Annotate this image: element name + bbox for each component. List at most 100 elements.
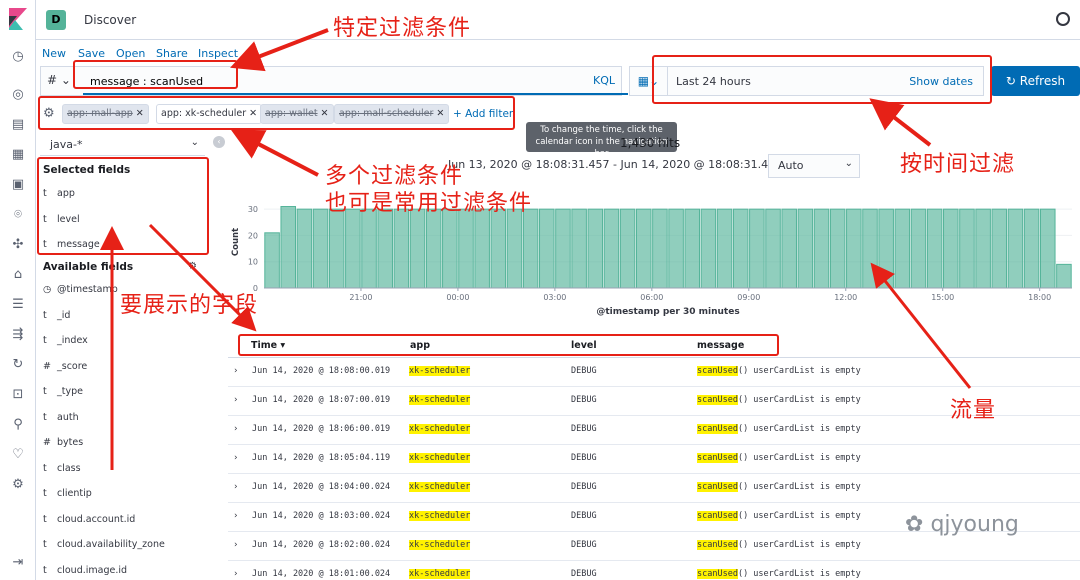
dashboard-icon[interactable]: ▦ — [8, 145, 28, 165]
histogram-bar — [943, 208, 959, 289]
logs-icon[interactable]: ☰ — [8, 295, 28, 315]
x-tick-label: 12:00 — [834, 293, 857, 302]
cell-level: DEBUG — [571, 424, 597, 434]
available-field-item[interactable]: t auth — [40, 410, 205, 430]
menu-save-link[interactable]: Save — [78, 47, 105, 60]
table-row[interactable]: › Jun 14, 2020 @ 18:08:00.019 xk-scheduler… — [228, 358, 1080, 387]
expand-row-chevron-icon[interactable]: › — [234, 540, 238, 550]
available-field-item[interactable]: t class — [40, 461, 205, 481]
visualize-icon[interactable]: ▤ — [8, 115, 28, 135]
field-type-icon: t — [43, 488, 47, 499]
ml-icon[interactable]: ✣ — [8, 235, 28, 255]
cell-message: scanUsed() userCardList is empty — [697, 453, 861, 463]
histogram-bar — [959, 208, 975, 289]
field-name: _type — [57, 386, 83, 397]
expand-nav-icon[interactable]: ⇥ — [8, 553, 28, 573]
kql-toggle[interactable]: KQL — [593, 74, 615, 87]
help-icon[interactable] — [1056, 12, 1070, 26]
collapse-sidebar-icon[interactable]: ‹ — [213, 136, 225, 148]
cell-message: scanUsed() userCardList is empty — [697, 569, 861, 579]
available-field-item[interactable]: t clientip — [40, 486, 205, 506]
annotation-multi-filter-2: 也可是常用过滤条件 — [325, 191, 533, 216]
field-settings-gear-icon[interactable]: ⚙ — [188, 261, 197, 272]
field-type-icon: # — [43, 360, 51, 372]
cell-time: Jun 14, 2020 @ 18:03:00.024 — [252, 511, 391, 521]
table-row[interactable]: › Jun 14, 2020 @ 18:04:00.024 xk-scheduler… — [228, 474, 1080, 503]
available-field-item[interactable]: t cloud.availability_zone — [40, 537, 205, 557]
available-field-item[interactable]: t _type — [40, 384, 205, 404]
available-field-item[interactable]: # _score — [40, 359, 205, 379]
histogram-bar — [1007, 208, 1024, 289]
expand-row-chevron-icon[interactable]: › — [234, 395, 238, 405]
field-type-icon: t — [43, 513, 47, 525]
available-field-item[interactable]: # bytes — [40, 435, 205, 455]
chevron-down-icon: ⌄ — [844, 158, 853, 169]
canvas-icon[interactable]: ▣ — [8, 175, 28, 195]
menu-new-link[interactable]: New — [42, 47, 66, 60]
histogram-bar — [393, 208, 410, 289]
expand-row-chevron-icon[interactable]: › — [234, 424, 238, 434]
index-pattern-name: java-* — [50, 138, 83, 151]
table-row[interactable]: › Jun 14, 2020 @ 18:01:00.024 xk-scheduler… — [228, 561, 1080, 580]
recently-viewed-icon[interactable]: ◷ — [8, 47, 28, 67]
query-language-toggle[interactable]: # ⌄ — [47, 73, 71, 87]
available-field-item[interactable]: t cloud.image.id — [40, 563, 205, 580]
cell-message: scanUsed() userCardList is empty — [697, 395, 861, 405]
field-type-icon: t — [43, 462, 47, 474]
cell-time: Jun 14, 2020 @ 18:06:00.019 — [252, 424, 391, 434]
cell-message: scanUsed() userCardList is empty — [697, 540, 861, 550]
hit-count: 1,430 hits — [620, 136, 681, 150]
field-name: clientip — [57, 488, 92, 499]
siem-icon[interactable]: ⊡ — [8, 385, 28, 405]
cell-message: scanUsed() userCardList is empty — [697, 366, 861, 376]
message-highlight: scanUsed — [697, 366, 738, 376]
field-name: cloud.account.id — [57, 513, 136, 525]
uptime-icon[interactable]: ↻ — [8, 355, 28, 375]
x-tick-label: 09:00 — [737, 293, 760, 302]
refresh-button[interactable]: ↻ Refresh — [991, 66, 1080, 96]
watermark-text: qjyoung — [930, 512, 1019, 537]
histogram-bar — [377, 208, 393, 289]
menu-inspect-link[interactable]: Inspect — [198, 47, 238, 60]
menu-open-link[interactable]: Open — [116, 47, 145, 60]
expand-row-chevron-icon[interactable]: › — [234, 453, 238, 463]
expand-row-chevron-icon[interactable]: › — [234, 482, 238, 492]
histogram-bar — [684, 208, 701, 289]
query-focus-underline — [83, 93, 628, 95]
histogram-bar — [280, 206, 297, 289]
discover-icon[interactable]: ◎ — [8, 85, 28, 105]
infrastructure-icon[interactable]: ⌂ — [8, 265, 28, 285]
available-field-item[interactable]: t cloud.account.id — [40, 512, 205, 532]
expand-row-chevron-icon[interactable]: › — [234, 569, 238, 579]
histogram-bar — [571, 208, 587, 289]
maps-icon[interactable]: ⌾ — [8, 205, 28, 225]
histogram-bar — [264, 232, 280, 289]
histogram-bar — [458, 208, 474, 289]
apm-icon[interactable]: ⇶ — [8, 325, 28, 345]
management-gear-icon[interactable]: ⚙ — [8, 475, 28, 495]
table-row[interactable]: › Jun 14, 2020 @ 18:05:04.119 xk-scheduler… — [228, 445, 1080, 474]
histogram-bar — [506, 208, 523, 289]
interval-select[interactable]: Auto ⌄ — [768, 154, 860, 178]
available-field-item[interactable]: t _index — [40, 333, 205, 353]
expand-row-chevron-icon[interactable]: › — [234, 366, 238, 376]
field-name: cloud.availability_zone — [57, 539, 165, 550]
index-pattern-selector[interactable]: java-* ⌄ — [40, 134, 205, 156]
monitoring-icon[interactable]: ♡ — [8, 445, 28, 465]
space-avatar[interactable]: D — [46, 10, 66, 30]
dev-tools-icon[interactable]: ⚲ — [8, 415, 28, 435]
y-tick-label: 20 — [248, 231, 258, 240]
histogram-bar — [603, 208, 620, 289]
field-name: auth — [57, 411, 79, 423]
cell-message: scanUsed() userCardList is empty — [697, 482, 861, 492]
expand-row-chevron-icon[interactable]: › — [234, 511, 238, 521]
menu-share-link[interactable]: Share — [156, 47, 188, 60]
cell-app: xk-scheduler — [409, 395, 471, 405]
histogram-bar — [765, 208, 781, 289]
kibana-logo-icon[interactable] — [9, 8, 27, 30]
field-name: _index — [57, 335, 88, 346]
message-text: () userCardList is empty — [737, 395, 861, 405]
x-tick-label: 00:00 — [446, 293, 469, 302]
cell-time: Jun 14, 2020 @ 18:02:00.024 — [252, 540, 391, 550]
cell-app: xk-scheduler — [409, 569, 471, 579]
